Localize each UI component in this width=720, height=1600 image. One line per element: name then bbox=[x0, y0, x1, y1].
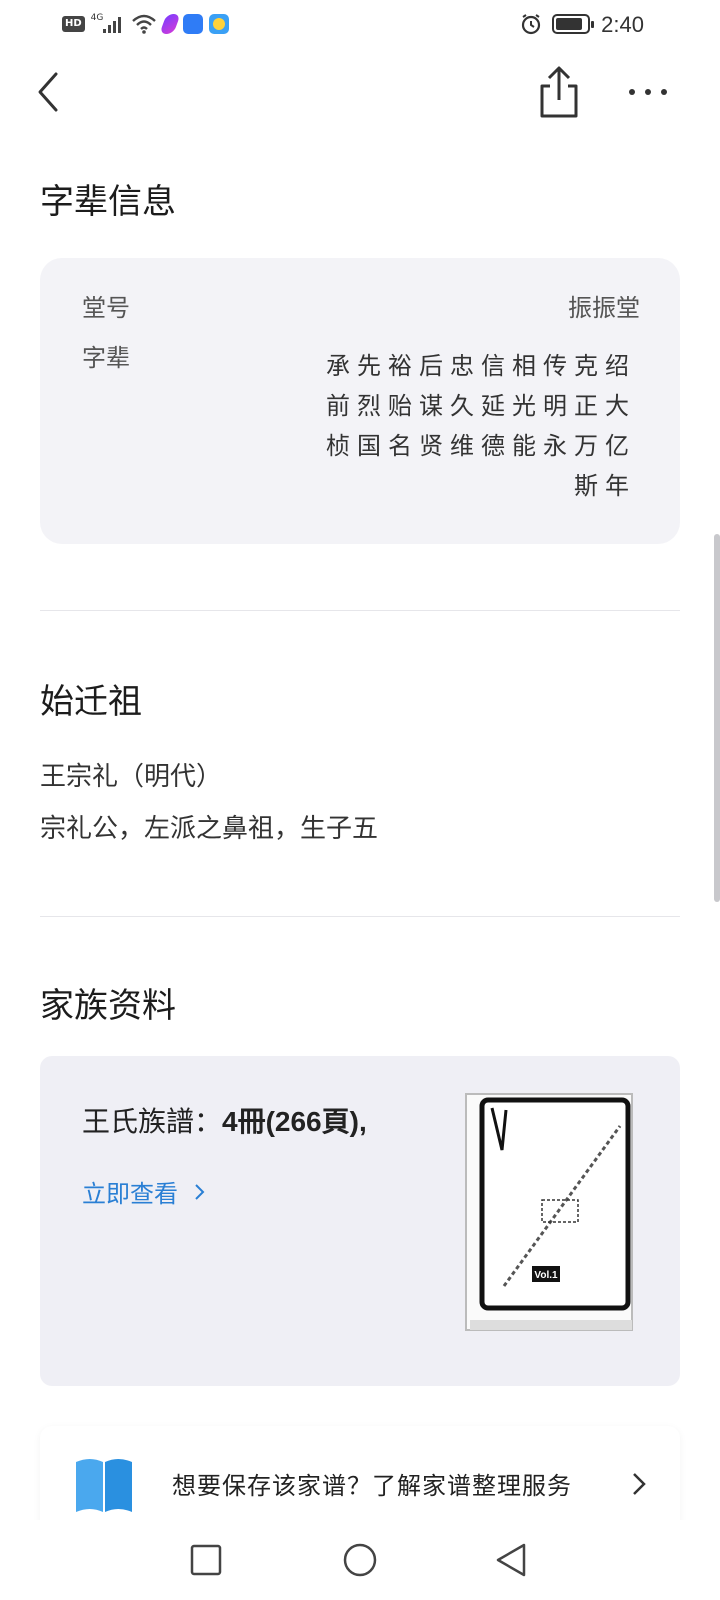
recent-apps-icon[interactable] bbox=[190, 1544, 222, 1576]
promo-text: 想要保存该家谱？了解家谱整理服务 bbox=[172, 1472, 572, 1500]
status-time: 2:40 bbox=[601, 12, 644, 37]
share-icon[interactable] bbox=[534, 64, 584, 120]
hall-label: 堂号 bbox=[82, 294, 130, 322]
generations-line: 斯年 bbox=[574, 472, 636, 500]
ancestor-section-title: 始迁祖 bbox=[40, 682, 142, 722]
book-title: 王氏族譜：4冊(266頁), bbox=[82, 1100, 367, 1140]
network-type: 4G bbox=[90, 13, 104, 23]
view-now-link[interactable]: 立即查看 bbox=[82, 1174, 206, 1209]
back-arrow-icon[interactable] bbox=[30, 68, 66, 116]
generations-line: 桢国名贤维德能永万亿 bbox=[326, 432, 636, 460]
navigation-bar bbox=[0, 1520, 720, 1600]
family-book-card[interactable]: 王氏族譜：4冊(266頁), 立即查看 Vol.1 bbox=[40, 1056, 680, 1386]
generations-text: 承先裕后忠信相传克绍 前烈贻谋久延光明正大 桢国名贤维德能永万亿 斯年 bbox=[306, 346, 636, 506]
divider bbox=[40, 610, 680, 611]
book-name: 王氏族譜： bbox=[82, 1106, 223, 1137]
app-icon bbox=[159, 14, 181, 34]
alarm-icon bbox=[521, 14, 541, 35]
signal-icon: 4G bbox=[91, 13, 125, 35]
cover-volume-label: Vol.1 bbox=[534, 1270, 558, 1281]
chevron-right-icon bbox=[633, 1473, 646, 1495]
status-bar: HD 4G 2:40 bbox=[0, 0, 720, 48]
scrollbar[interactable] bbox=[714, 534, 720, 902]
status-icons-right bbox=[520, 10, 594, 38]
family-section-title: 家族资料 bbox=[40, 986, 176, 1026]
divider bbox=[40, 916, 680, 917]
zibei-section-title: 字辈信息 bbox=[40, 182, 176, 222]
generations-line: 承先裕后忠信相传克绍 bbox=[326, 352, 636, 380]
chevron-right-icon bbox=[195, 1183, 205, 1200]
weather-icon bbox=[208, 14, 229, 34]
ancestor-description: 宗礼公，左派之鼻祖，生子五 bbox=[40, 814, 379, 844]
hd-icon: HD bbox=[62, 16, 85, 32]
book-cover-image[interactable]: Vol.1 bbox=[462, 1090, 634, 1334]
more-icon[interactable] bbox=[624, 74, 672, 110]
battery-icon bbox=[552, 14, 594, 34]
wifi-icon bbox=[131, 14, 156, 34]
generations-label: 字辈 bbox=[82, 344, 130, 372]
generations-line: 前烈贻谋久延光明正大 bbox=[326, 392, 636, 420]
hall-value: 振振堂 bbox=[568, 294, 640, 322]
cloud-icon bbox=[182, 14, 203, 34]
home-icon[interactable] bbox=[342, 1542, 378, 1578]
book-icon bbox=[76, 1459, 132, 1512]
view-now-label: 立即查看 bbox=[82, 1180, 178, 1208]
zibei-info-card: 堂号 振振堂 字辈 承先裕后忠信相传克绍 前烈贻谋久延光明正大 桢国名贤维德能永… bbox=[40, 258, 680, 544]
book-detail: 4冊(266頁), bbox=[222, 1106, 367, 1137]
ancestor-name: 王宗礼（明代） bbox=[40, 762, 223, 792]
back-icon[interactable] bbox=[494, 1542, 528, 1578]
status-icons-left: HD 4G bbox=[62, 12, 229, 36]
